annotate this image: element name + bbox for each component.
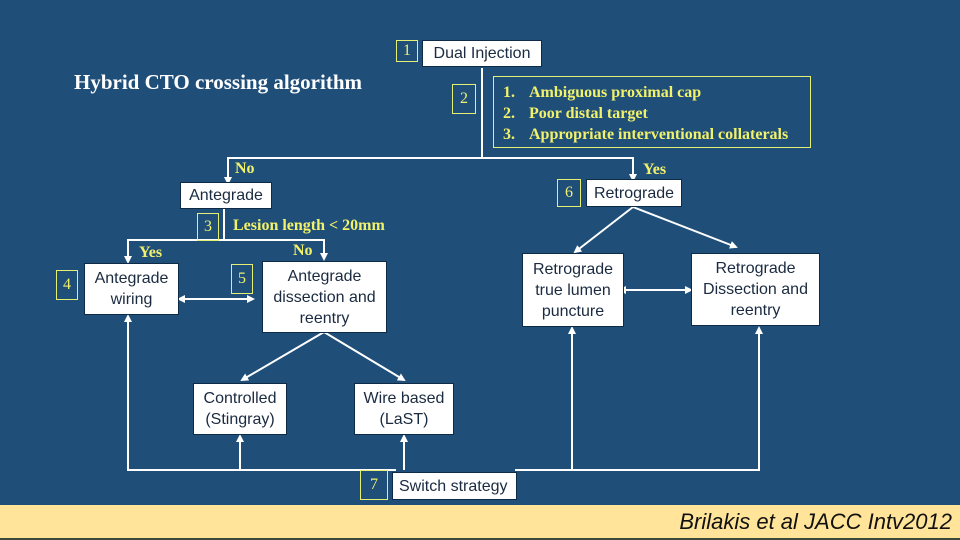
- step-number-4: 4: [56, 270, 78, 300]
- dual-injection-box: Dual Injection: [422, 40, 542, 67]
- line-to-retro-dissection: [632, 206, 738, 249]
- line-to-antegrade: [224, 157, 482, 185]
- page-title: Hybrid CTO crossing algorithm: [74, 70, 363, 94]
- edge-label-no-mid: No: [293, 242, 313, 259]
- antegrade-wiring-box: Antegrade wiring: [84, 263, 179, 315]
- edge-label-yes-top: Yes: [643, 161, 667, 178]
- criteria-item: 3. Appropriate interventional collaterals: [503, 126, 789, 143]
- antegrade-dissection-box: Antegrade dissection and reentry: [262, 261, 387, 333]
- step-number-2: 2: [452, 84, 476, 114]
- wire-based-last-box: Wire based (LaST): [354, 383, 454, 435]
- lesion-length-question: Lesion length < 20mm: [233, 217, 385, 234]
- line-to-retrograde: [482, 157, 637, 182]
- edge-label-yes-left: Yes: [139, 244, 163, 261]
- retrograde-dissection-box: Retrograde Dissection and reentry: [691, 253, 820, 326]
- criteria-box: 1. Ambiguous proximal cap 2. Poor distal t…: [493, 76, 811, 148]
- retrograde-true-lumen-box: Retrograde true lumen puncture: [522, 253, 624, 327]
- switch-strategy-box: Switch strategy: [392, 472, 517, 500]
- criteria-item: 1. Ambiguous proximal cap: [503, 84, 702, 101]
- step-number-3: 3: [197, 213, 219, 241]
- step-number-6: 6: [557, 179, 581, 207]
- footer-band: Brilakis et al JACC Intv2012: [0, 505, 960, 540]
- step-number-1: 1: [396, 40, 418, 62]
- controlled-stingray-box: Controlled (Stingray): [193, 383, 287, 435]
- line-to-controlled: [240, 331, 325, 382]
- step-number-5: 5: [231, 264, 253, 294]
- criteria-item: 2. Poor distal target: [503, 105, 648, 122]
- edge-label-no-top: No: [235, 160, 255, 177]
- line-to-wire-based: [323, 331, 406, 382]
- line-to-retro-true: [573, 206, 634, 254]
- line-switch-right: [515, 326, 763, 471]
- antegrade-box: Antegrade: [180, 182, 272, 209]
- step-number-7: 7: [360, 470, 388, 500]
- retrograde-box: Retrograde: [586, 179, 682, 207]
- citation: Brilakis et al JACC Intv2012: [679, 509, 952, 534]
